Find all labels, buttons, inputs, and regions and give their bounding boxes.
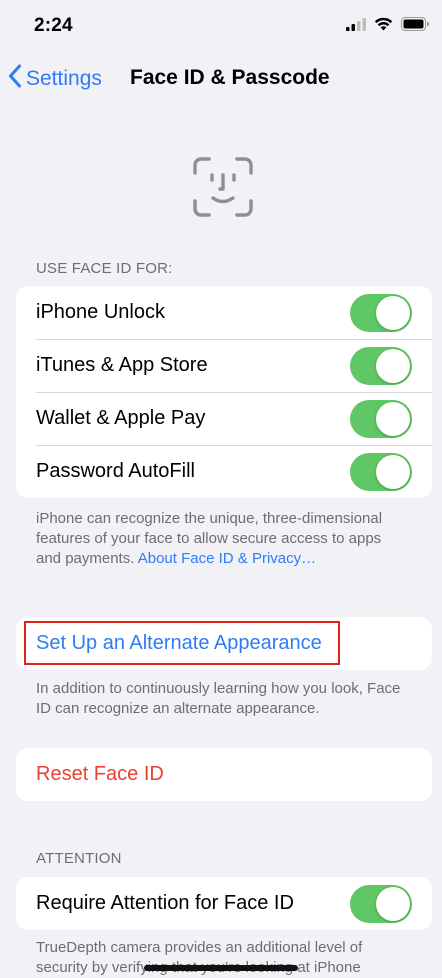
status-time: 2:24 — [34, 15, 73, 36]
about-face-id-privacy-link[interactable]: About Face ID & Privacy… — [138, 550, 316, 567]
alternate-appearance-footnote: In addition to continuously learning how… — [36, 680, 401, 717]
reset-face-id-button[interactable]: Reset Face ID — [36, 763, 164, 786]
itunes-app-store-row: iTunes & App Store — [16, 339, 432, 392]
face-id-footnote: iPhone can recognize the unique, three-d… — [36, 509, 406, 569]
attention-footnote: TrueDepth camera provides an additional … — [36, 939, 363, 976]
battery-icon — [401, 17, 430, 36]
wallet-apple-pay-row: Wallet & Apple Pay — [16, 392, 432, 445]
toggle-knob — [376, 295, 410, 330]
status-bar: 2:24 — [0, 0, 442, 52]
require-attention-toggle[interactable] — [350, 884, 412, 923]
use-face-id-header: USE FACE ID FOR: — [36, 260, 173, 277]
back-button-label: Settings — [26, 67, 102, 90]
iphone-unlock-row: iPhone Unlock — [16, 286, 432, 339]
reset-face-id-card: Reset Face ID — [16, 748, 432, 801]
require-attention-row: Require Attention for Face ID — [16, 877, 432, 930]
page-title: Face ID & Passcode — [130, 66, 330, 89]
toggle-knob — [376, 454, 410, 489]
require-attention-label: Require Attention for Face ID — [36, 892, 294, 914]
face-id-icon — [193, 157, 253, 222]
highlight-box — [24, 621, 340, 665]
use-face-id-card: iPhone Unlock iTunes & App Store Wallet … — [16, 286, 432, 498]
status-icons — [346, 17, 430, 36]
iphone-unlock-toggle[interactable] — [350, 293, 412, 332]
attention-header: ATTENTION — [36, 850, 122, 867]
wallet-apple-pay-toggle[interactable] — [350, 399, 412, 438]
iphone-unlock-label: iPhone Unlock — [36, 301, 165, 323]
chevron-left-icon — [8, 64, 26, 94]
toggle-knob — [376, 886, 410, 921]
navigation-bar: Settings Face ID & Passcode — [0, 56, 442, 102]
wallet-apple-pay-label: Wallet & Apple Pay — [36, 407, 206, 429]
password-autofill-label: Password AutoFill — [36, 460, 195, 482]
toggle-knob — [376, 401, 410, 436]
cellular-signal-icon — [346, 17, 366, 36]
back-button[interactable]: Settings — [8, 64, 102, 94]
password-autofill-row: Password AutoFill — [16, 445, 432, 498]
home-indicator[interactable] — [144, 965, 298, 971]
itunes-app-store-toggle[interactable] — [350, 346, 412, 385]
wifi-icon — [374, 17, 393, 36]
itunes-app-store-label: iTunes & App Store — [36, 354, 208, 376]
password-autofill-toggle[interactable] — [350, 452, 412, 491]
reset-face-id-row[interactable]: Reset Face ID — [16, 748, 432, 801]
attention-card: Require Attention for Face ID — [16, 877, 432, 930]
toggle-knob — [376, 348, 410, 383]
